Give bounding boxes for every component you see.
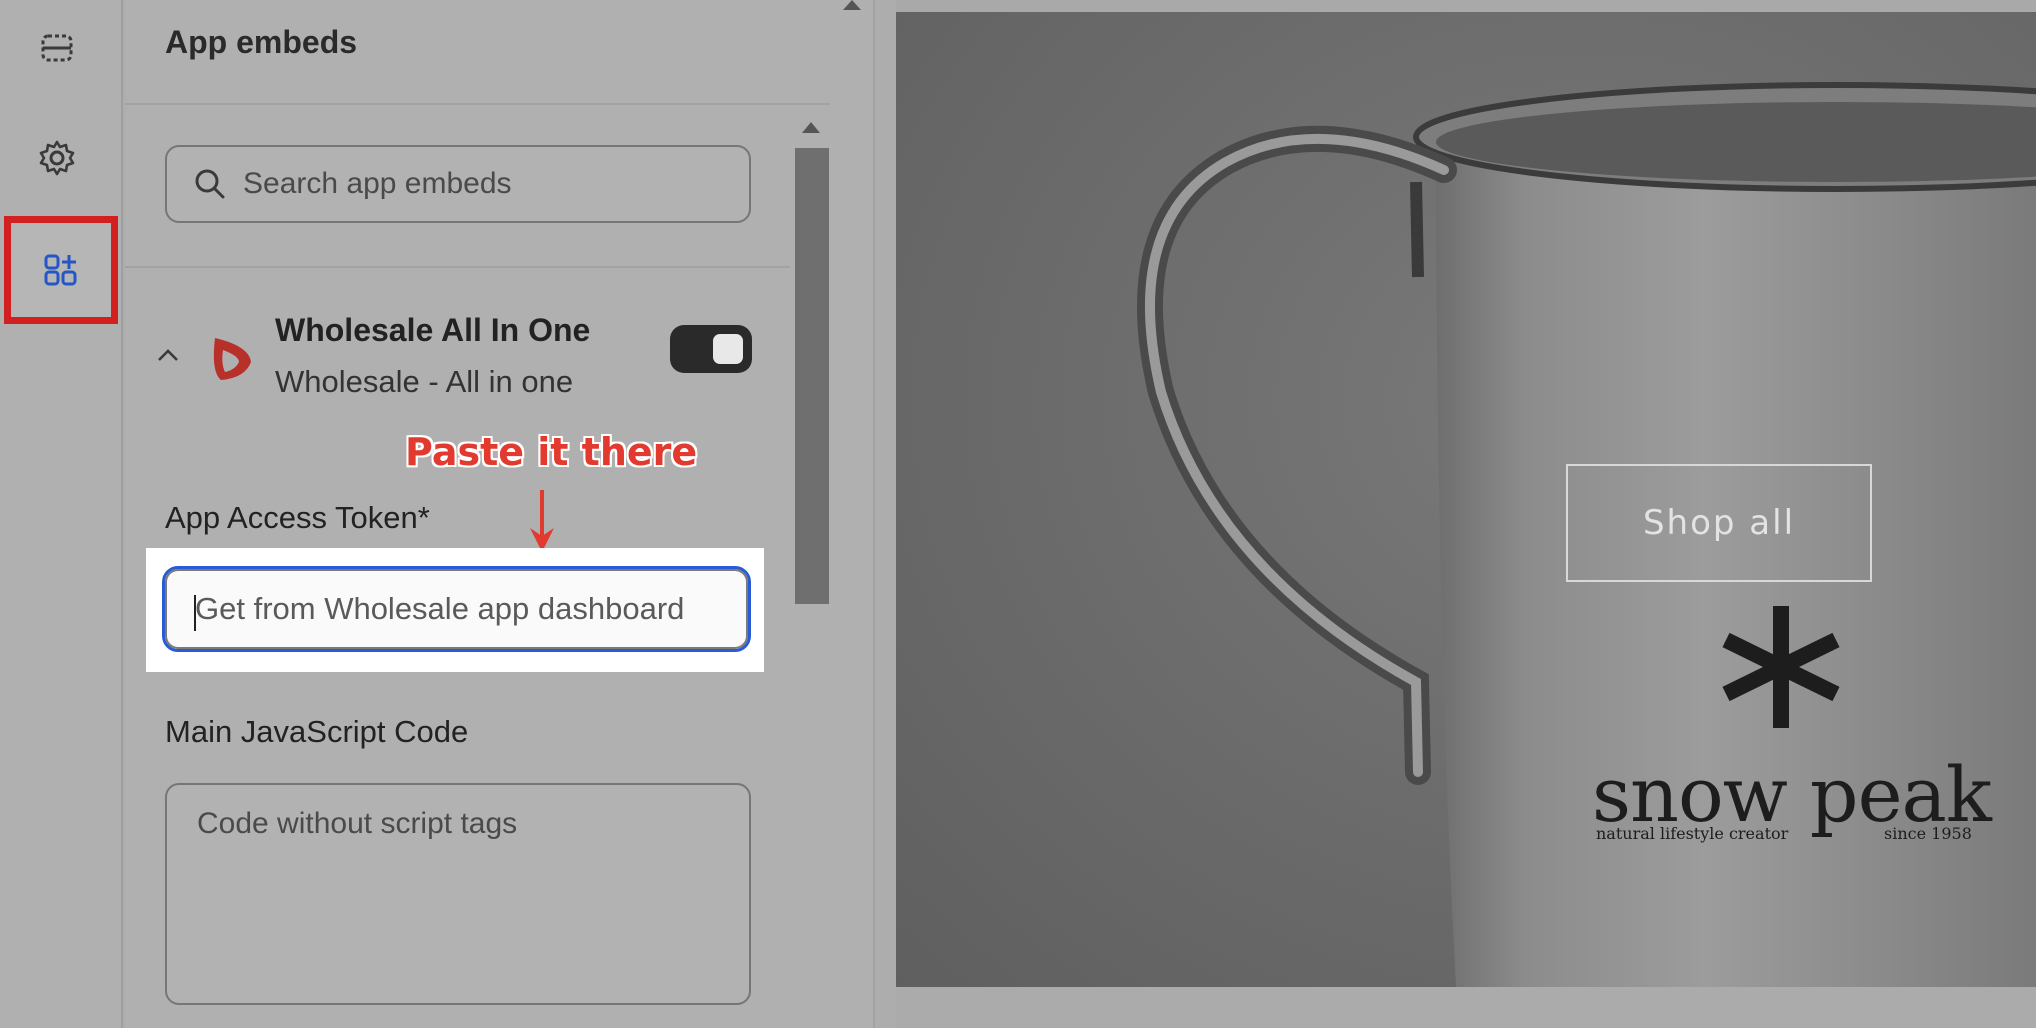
text-caret xyxy=(194,595,196,631)
snow-peak-asterisk-logo xyxy=(1722,606,1840,728)
preview-top-bar xyxy=(896,0,2036,12)
search-app-embeds[interactable] xyxy=(165,145,751,223)
app-enabled-toggle[interactable] xyxy=(670,325,752,373)
app-subtitle: Wholesale - All in one xyxy=(275,364,574,399)
panel-title: App embeds xyxy=(165,24,358,60)
app-embeds-button[interactable] xyxy=(4,216,118,324)
app-embeds-panel: App embeds Wholesale All In One Wholesal… xyxy=(125,0,875,1028)
divider xyxy=(125,103,830,105)
divider xyxy=(125,266,790,268)
annotation-text: Paste it there xyxy=(405,430,698,474)
sections-button[interactable] xyxy=(17,8,97,88)
javascript-code-field[interactable] xyxy=(165,783,751,1005)
access-token-input[interactable] xyxy=(193,590,737,628)
app-name: Wholesale All In One xyxy=(275,312,591,348)
shop-all-button[interactable]: Shop all xyxy=(1566,464,1872,582)
access-token-label: App Access Token* xyxy=(165,500,430,535)
scrollbar-thumb[interactable] xyxy=(795,148,829,604)
search-input[interactable] xyxy=(241,166,705,202)
theme-settings-button[interactable] xyxy=(17,118,97,198)
search-icon xyxy=(195,169,225,199)
preview-bottom-bar xyxy=(896,987,2036,1028)
wholesale-app-logo xyxy=(213,338,251,380)
scroll-up-arrow[interactable] xyxy=(802,122,820,133)
chevron-up-icon[interactable] xyxy=(153,340,183,370)
brand-tagline: natural lifestyle creator xyxy=(1596,824,1789,843)
annotation-arrow-icon xyxy=(530,490,554,552)
sections-icon xyxy=(41,34,73,62)
javascript-code-textarea[interactable] xyxy=(195,805,725,987)
app-embeds-icon xyxy=(44,254,77,286)
panel-scroll-up-arrow[interactable] xyxy=(843,0,861,10)
brand-since: since 1958 xyxy=(1884,824,1972,843)
toggle-knob xyxy=(713,334,743,364)
store-preview-image: Shop all snow peak natural lifestyle cre… xyxy=(896,12,2036,987)
javascript-code-label: Main JavaScript Code xyxy=(165,714,469,749)
access-token-field[interactable] xyxy=(162,566,751,652)
gear-icon xyxy=(39,140,75,176)
icon-rail xyxy=(0,0,123,1028)
